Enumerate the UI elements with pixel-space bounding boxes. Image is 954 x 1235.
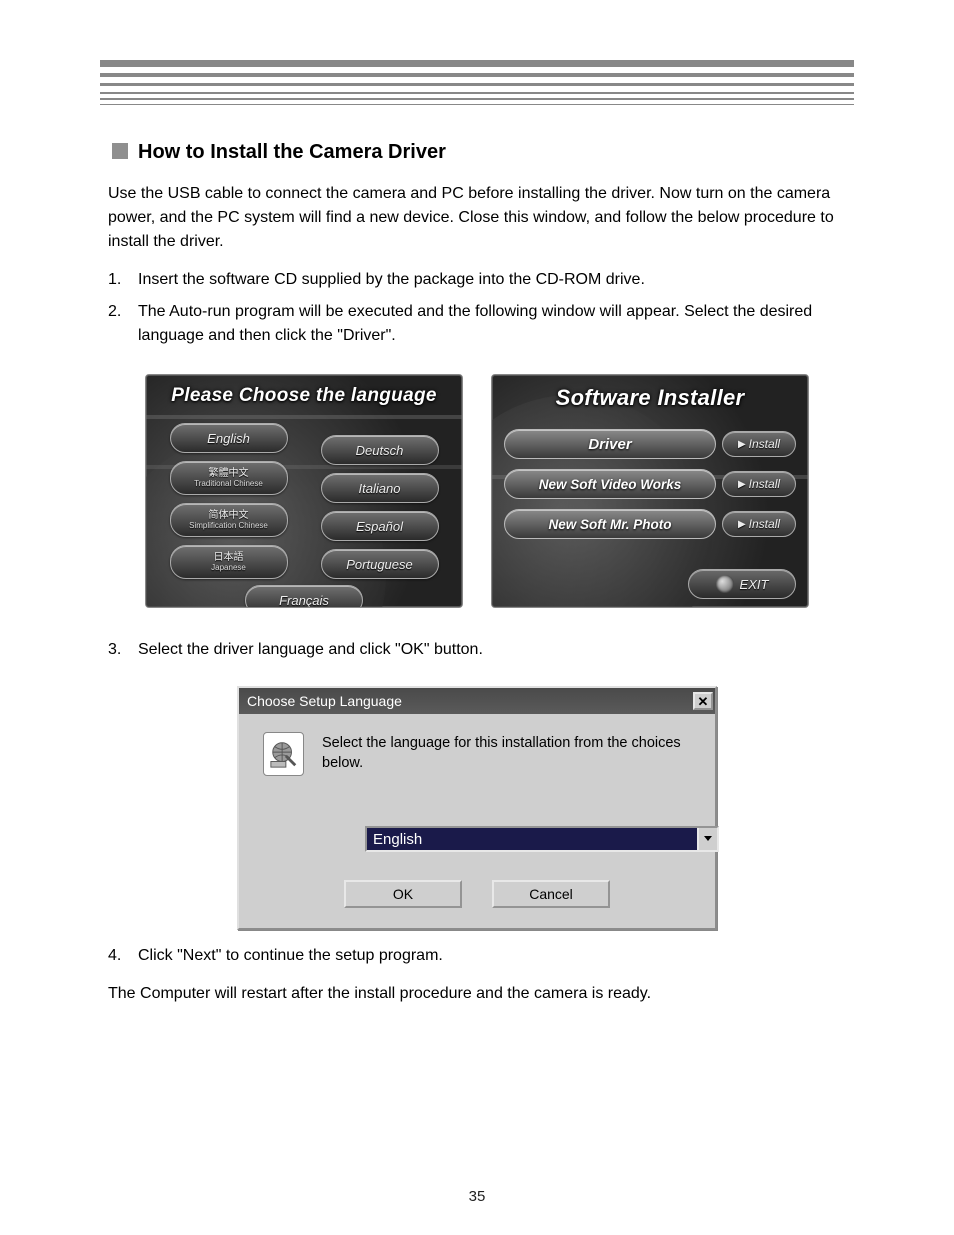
- choose-setup-language-dialog: Choose Setup Language ✕ Select the langu…: [237, 686, 717, 930]
- dialog-title: Choose Setup Language: [247, 693, 402, 709]
- section-bullet: [112, 143, 128, 159]
- step-text: The Auto-run program will be executed an…: [138, 300, 846, 348]
- lang-italiano-button[interactable]: Italiano: [321, 473, 439, 503]
- step-text: Insert the software CD supplied by the p…: [138, 268, 645, 292]
- install-videoworks-button[interactable]: ▶Install: [722, 471, 796, 497]
- header-rules: [100, 60, 854, 105]
- language-header: Please Choose the language: [146, 375, 462, 415]
- installer-item-driver: Driver: [504, 429, 716, 459]
- installer-header: Software Installer: [492, 375, 808, 419]
- install-mrphoto-button[interactable]: ▶Install: [722, 511, 796, 537]
- lang-deutsch-button[interactable]: Deutsch: [321, 435, 439, 465]
- globe-installer-icon: [263, 732, 304, 776]
- step-number: 4.: [108, 944, 130, 968]
- installer-item-videoworks: New Soft Video Works: [504, 469, 716, 499]
- lang-espanol-button[interactable]: Español: [321, 511, 439, 541]
- step-text: Select the driver language and click "OK…: [138, 638, 483, 662]
- language-chooser-screenshot: Please Choose the language English 繁體中文 …: [145, 374, 463, 608]
- installer-item-mrphoto: New Soft Mr. Photo: [504, 509, 716, 539]
- final-paragraph: The Computer will restart after the inst…: [108, 982, 846, 1006]
- page-number: 35: [0, 1188, 954, 1205]
- lang-japanese-button[interactable]: 日本語 Japanese: [170, 545, 288, 579]
- close-icon: ✕: [698, 695, 709, 708]
- step-text: Click "Next" to continue the setup progr…: [138, 944, 443, 968]
- step-number: 2.: [108, 300, 130, 348]
- ok-button[interactable]: OK: [344, 880, 462, 908]
- step-number: 3.: [108, 638, 130, 662]
- cancel-button[interactable]: Cancel: [492, 880, 610, 908]
- dialog-message: Select the language for this installatio…: [322, 732, 697, 773]
- lang-francais-button[interactable]: Français: [245, 585, 363, 608]
- step-number: 1.: [108, 268, 130, 292]
- install-driver-button[interactable]: ▶Install: [722, 431, 796, 457]
- lang-traditional-chinese-button[interactable]: 繁體中文 Traditional Chinese: [170, 461, 288, 495]
- close-button[interactable]: ✕: [693, 692, 713, 710]
- chevron-down-icon: [703, 835, 713, 843]
- lang-simplified-chinese-button[interactable]: 简体中文 Simplification Chinese: [170, 503, 288, 537]
- software-installer-screenshot: Software Installer Driver ▶Install New S…: [491, 374, 809, 608]
- exit-button[interactable]: EXIT: [688, 569, 796, 599]
- language-select[interactable]: English: [365, 826, 719, 852]
- section-title: How to Install the Camera Driver: [138, 141, 446, 164]
- intro-paragraph: Use the USB cable to connect the camera …: [108, 182, 846, 254]
- exit-orb-icon: [716, 575, 734, 593]
- language-select-value: English: [367, 828, 697, 850]
- lang-english-button[interactable]: English: [170, 423, 288, 453]
- lang-portuguese-button[interactable]: Portuguese: [321, 549, 439, 579]
- dropdown-arrow-button[interactable]: [697, 828, 717, 850]
